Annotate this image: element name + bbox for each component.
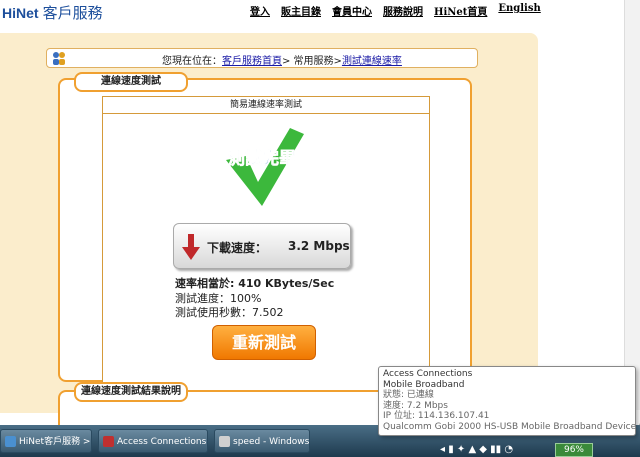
test-elapsed-seconds: 測試使用秒數：7.502 — [175, 306, 284, 319]
nav-member-center[interactable]: 會員中心 — [332, 3, 372, 18]
tooltip-line: IP 位址: 114.136.107.41 — [383, 411, 490, 421]
tooltip-line: Mobile Broadband — [383, 379, 465, 390]
simple-speed-test-title: 簡易連線速率測試 — [103, 97, 429, 114]
task-hinet-browser[interactable]: HiNet客戶服務 > 常... — [0, 429, 92, 453]
network-tooltip: Access Connections Mobile Broadband 狀態: … — [378, 366, 640, 436]
download-speed-label: 下載速度： — [207, 241, 268, 255]
tooltip-line: 速度: 7.2 Mbps — [383, 400, 448, 411]
retest-button[interactable]: 重新測試 — [212, 325, 316, 360]
breadcrumb-current-link[interactable]: 測試連線速率 — [342, 56, 402, 67]
tooltip-line: 狀態: 已連線 — [383, 390, 434, 400]
tooltip-line: Access Connections — [383, 369, 473, 379]
nav-english[interactable]: English — [498, 3, 540, 18]
breadcrumb-sep: > 常用服務> — [282, 56, 342, 67]
nav-login[interactable]: 登入 — [250, 3, 270, 18]
access-connections-icon — [103, 436, 114, 447]
task-label: Access Connections — [117, 437, 207, 447]
test-complete-label: 測試完畢 — [228, 148, 296, 169]
task-access-connections[interactable]: Access Connections — [98, 429, 208, 453]
checkmark-icon: 測試完畢 — [226, 128, 304, 206]
hinet-logo[interactable]: HiNet 客戶服務 — [2, 2, 103, 23]
nav-seller-directory[interactable]: 販主目錄 — [281, 3, 321, 18]
nav-service-info[interactable]: 服務說明 — [383, 3, 423, 18]
users-icon — [53, 52, 65, 65]
breadcrumb-prefix: 您現在位在： — [162, 56, 222, 67]
window-icon — [219, 436, 230, 447]
tooltip-line: Qualcomm Gobi 2000 HS-USB Mobile Broadba… — [383, 421, 640, 432]
speed-equivalent: 速率相當於: 410 KBytes/Sec — [175, 277, 335, 290]
logo-text: HiNet — [2, 5, 39, 21]
top-bar: HiNet 客戶服務 登入 販主目錄 會員中心 服務說明 HiNet首頁 Engl… — [0, 0, 640, 30]
browser-icon — [5, 436, 16, 447]
task-label: HiNet客戶服務 > 常... — [19, 437, 91, 447]
breadcrumb-text: 您現在位在：客戶服務首頁> 常用服務>測試連線速率 — [162, 52, 402, 67]
breadcrumb: 您現在位在：客戶服務首頁> 常用服務>測試連線速率 — [46, 48, 478, 68]
task-speed-window[interactable]: speed - Windows ... — [214, 429, 310, 453]
result-explanation-title: 連線速度測試結果說明 — [74, 382, 188, 402]
top-nav: 登入 販主目錄 會員中心 服務說明 HiNet首頁 English — [250, 3, 541, 18]
task-label: speed - Windows ... — [233, 437, 310, 447]
breadcrumb-home-link[interactable]: 客戶服務首頁 — [222, 56, 282, 67]
speed-test-panel-title: 連線速度測試 — [74, 72, 188, 92]
nav-hinet-home[interactable]: HiNet首頁 — [434, 3, 487, 18]
tray-icons[interactable]: ◂ ▮ ✦ ▲ ◆ ▮▮ ◔ — [440, 444, 513, 455]
download-speed-box: 下載速度： 3.2 Mbps — [173, 223, 351, 269]
page-scrollbar[interactable] — [624, 0, 640, 410]
battery-indicator[interactable]: 96% — [555, 443, 593, 457]
download-speed-value: 3.2 Mbps — [288, 239, 350, 253]
down-arrow-icon — [182, 234, 200, 260]
service-title: 客戶服務 — [42, 4, 103, 22]
